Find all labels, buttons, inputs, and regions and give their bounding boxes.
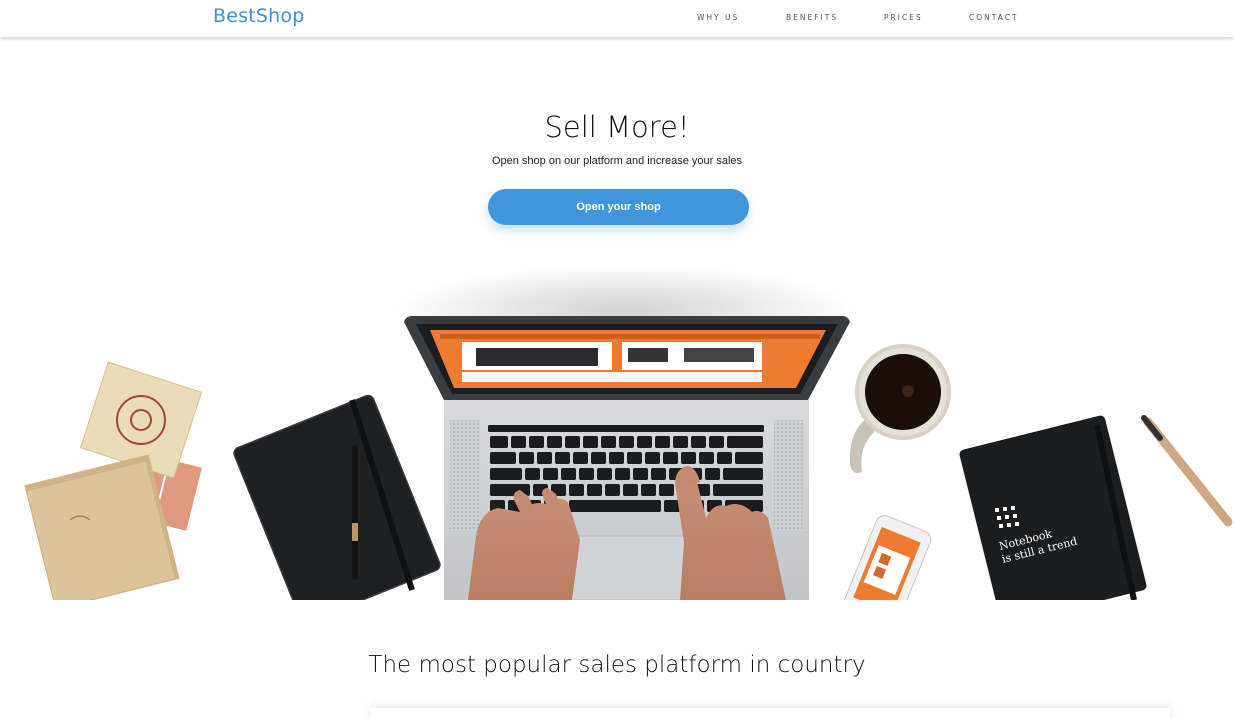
pencil-icon [1141, 415, 1233, 527]
nav-item-benefits[interactable]: BENEFITS [786, 13, 838, 22]
site-header: BestShop WHY US BENEFITS PRICES CONTACT [0, 0, 1234, 37]
laptop [404, 316, 850, 600]
desk-illustration: Notebook is still a trend [24, 265, 1233, 600]
nav-item-why-us[interactable]: WHY US [697, 13, 739, 22]
black-notebook [233, 394, 441, 600]
nav-item-prices[interactable]: PRICES [884, 13, 923, 22]
section-title: The most popular sales platform in count… [368, 652, 866, 678]
paper-cards [24, 361, 203, 600]
notebook-trend: Notebook is still a trend [959, 415, 1147, 600]
next-section-card [370, 708, 1170, 718]
open-shop-button[interactable]: Open your shop [488, 189, 749, 225]
coffee-cup-icon [849, 344, 951, 473]
pen-icon [352, 445, 358, 580]
hero-subtitle: Open shop on our platform and increase y… [491, 155, 743, 167]
smartphone-icon [842, 515, 932, 600]
hero-title: Sell More! [544, 110, 690, 144]
nav-item-contact[interactable]: CONTACT [969, 13, 1019, 22]
main-nav: WHY US BENEFITS PRICES CONTACT [0, 13, 1234, 25]
trackpad [559, 535, 695, 600]
